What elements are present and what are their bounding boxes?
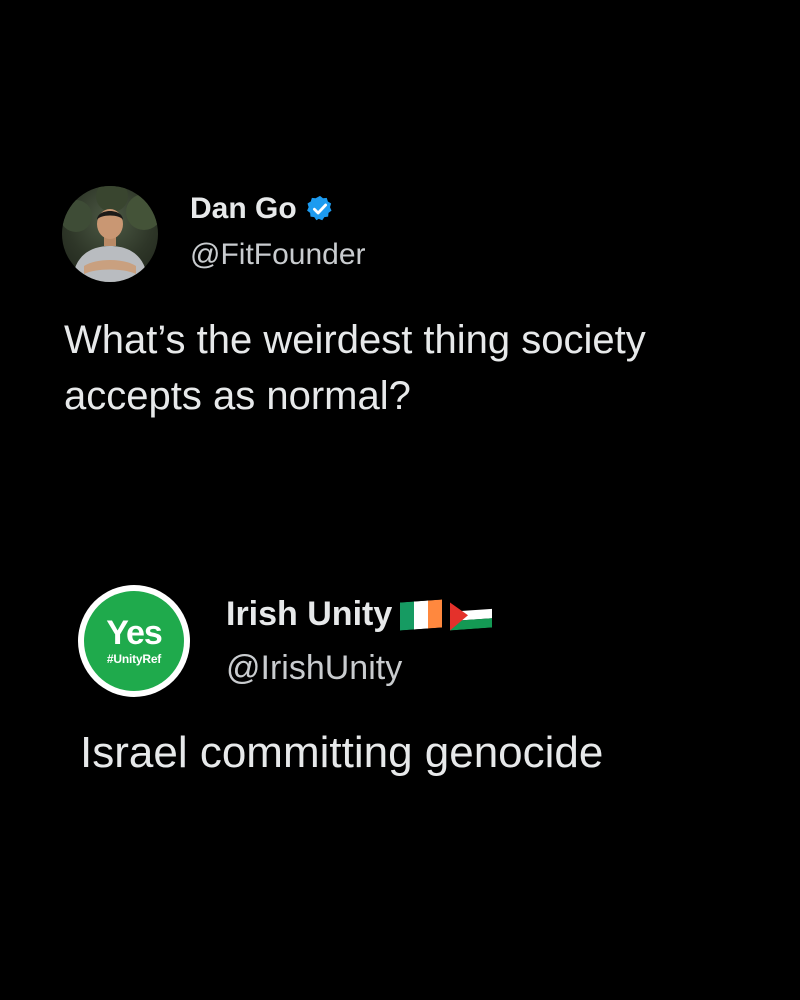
user-handle[interactable]: @FitFounder <box>190 238 366 272</box>
yes-logo: Yes #UnityRef <box>84 591 184 691</box>
yes-logo-word: Yes <box>106 614 163 652</box>
user-handle[interactable]: @IrishUnity <box>226 649 402 688</box>
display-name[interactable]: Irish Unity <box>226 595 392 634</box>
post-text: What’s the weirdest thing society accept… <box>64 318 646 418</box>
avatar[interactable]: Yes #UnityRef <box>78 585 190 697</box>
post-author-row: Dan Go @FitFounder <box>0 186 800 286</box>
post-text: Israel committing genocide <box>80 728 604 777</box>
display-name[interactable]: Dan Go <box>190 192 297 226</box>
photo-of-man-icon <box>62 186 158 282</box>
post-author-row: Yes #UnityRef Irish Unity @IrishUnity <box>0 583 800 697</box>
avatar[interactable] <box>62 186 158 282</box>
author-name-line: Irish Unity <box>226 595 493 634</box>
post-dan-go[interactable]: Dan Go @FitFounder What’s the weirdest t… <box>0 186 800 418</box>
post-irish-unity[interactable]: Yes #UnityRef Irish Unity @IrishUnity Is… <box>0 583 800 777</box>
ireland-flag-icon <box>400 599 443 630</box>
palestine-flag-icon <box>450 599 493 630</box>
yes-logo-tag: #UnityRef <box>106 652 162 666</box>
verified-badge-icon <box>305 194 335 224</box>
author-name-line: Dan Go <box>190 192 335 226</box>
